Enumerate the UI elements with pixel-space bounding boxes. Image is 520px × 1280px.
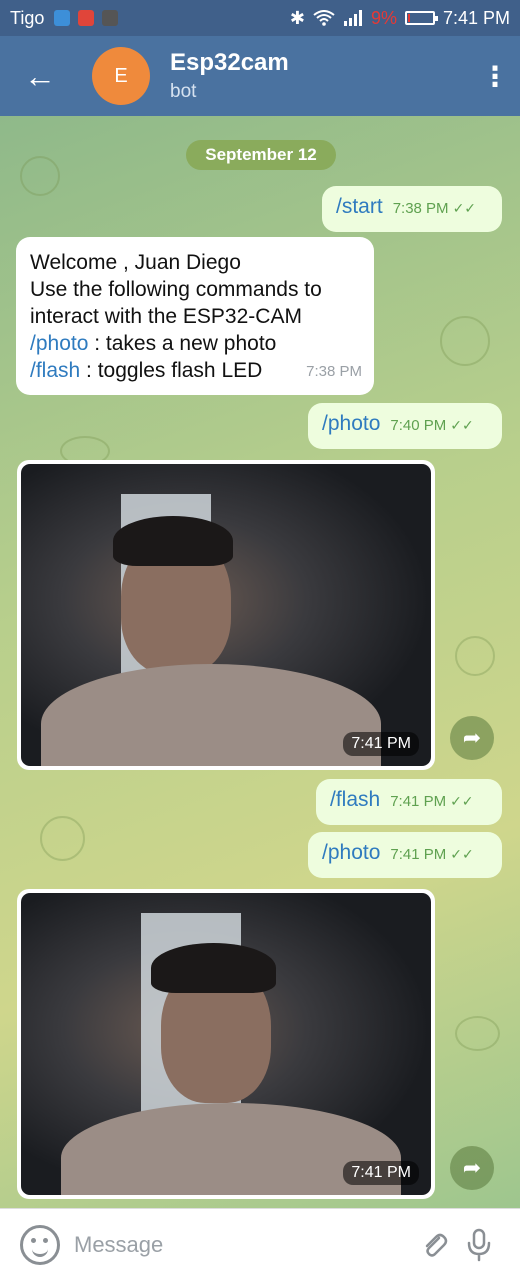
photo-message[interactable]: 7:41 PM [17, 460, 435, 770]
doodle-decoration [455, 1016, 500, 1051]
photo-message[interactable]: 7:41 PM [17, 889, 435, 1199]
battery-fill [407, 14, 410, 22]
doodle-decoration [440, 316, 490, 366]
outgoing-message[interactable]: /photo 7:40 PM ✓✓ [308, 403, 502, 449]
message-time: 7:41 PM [390, 846, 447, 863]
command-desc: : takes a new photo [88, 332, 277, 355]
double-check-icon: ✓✓ [450, 846, 474, 862]
chat-title-block[interactable]: Esp32cam bot [170, 49, 289, 103]
message-input[interactable] [74, 1231, 374, 1258]
signal-icon [343, 10, 362, 26]
notification-icon [78, 10, 95, 26]
chat-title: Esp32cam [170, 49, 289, 76]
app-icon [102, 10, 119, 26]
double-check-icon: ✓✓ [450, 793, 474, 809]
date-separator: September 12 [186, 140, 336, 170]
message-composer [0, 1208, 520, 1280]
command-desc: : toggles flash LED [80, 359, 263, 382]
doodle-decoration [455, 636, 495, 676]
doodle-decoration [40, 816, 85, 861]
photo-hair [151, 943, 276, 993]
outgoing-message[interactable]: /photo 7:41 PM ✓✓ [308, 832, 502, 878]
bluetooth-icon: ✱ [289, 7, 305, 28]
outgoing-message[interactable]: /flash 7:41 PM ✓✓ [316, 779, 502, 825]
chat-subtitle: bot [170, 81, 197, 102]
command-link[interactable]: /photo [322, 412, 380, 436]
doodle-decoration [20, 156, 60, 196]
command-link[interactable]: /start [336, 195, 383, 219]
message-line: Use the following commands to [30, 278, 322, 301]
message-time: 7:40 PM [390, 417, 447, 434]
back-arrow-icon[interactable]: ← [0, 36, 80, 116]
double-check-icon: ✓✓ [450, 417, 474, 433]
message-line: /photo : takes a new photo [30, 330, 360, 357]
shazam-icon [54, 10, 71, 26]
command-link-photo[interactable]: /photo [30, 332, 88, 355]
mic-icon[interactable] [454, 1225, 504, 1265]
forward-icon[interactable]: ➦ [450, 1146, 494, 1190]
message-time: 7:38 PM [392, 200, 449, 217]
message-time: 7:38 PM [306, 363, 362, 380]
status-bar: Tigo ✱ 9% 7:41 PM [0, 0, 520, 36]
command-link-flash[interactable]: /flash [30, 359, 80, 382]
photo-shirt [41, 664, 381, 766]
photo-time: 7:41 PM [343, 1161, 419, 1185]
carrier-label: Tigo [10, 7, 45, 28]
status-time: 7:41 PM [442, 7, 510, 28]
outgoing-message[interactable]: /start 7:38 PM ✓✓ [322, 186, 502, 232]
attach-icon[interactable] [414, 1225, 454, 1265]
message-line: interact with the ESP32-CAM [30, 305, 302, 328]
chat-header: ← E Esp32cam bot ⋮ [0, 36, 520, 116]
photo-time: 7:41 PM [343, 732, 419, 756]
message-line: Welcome , Juan Diego [30, 251, 241, 274]
chat-area[interactable]: September 12 /start 7:38 PM ✓✓ Welcome ,… [0, 116, 520, 1208]
more-vert-icon[interactable]: ⋮ [470, 36, 520, 116]
photo-image[interactable]: 7:41 PM [21, 464, 431, 766]
photo-hair [113, 516, 233, 566]
message-time: 7:41 PM [390, 793, 447, 810]
battery-icon [404, 11, 438, 25]
double-check-icon: ✓✓ [452, 200, 477, 216]
forward-icon[interactable]: ➦ [450, 716, 494, 760]
wifi-icon [313, 10, 335, 26]
command-link[interactable]: /flash [330, 788, 380, 812]
battery-percent: 9% [370, 7, 397, 28]
emoji-icon[interactable] [20, 1224, 60, 1265]
avatar[interactable]: E [92, 47, 150, 105]
incoming-message[interactable]: Welcome , Juan Diego Use the following c… [16, 237, 374, 395]
photo-image[interactable]: 7:41 PM [21, 893, 431, 1195]
command-link[interactable]: /photo [322, 841, 380, 865]
